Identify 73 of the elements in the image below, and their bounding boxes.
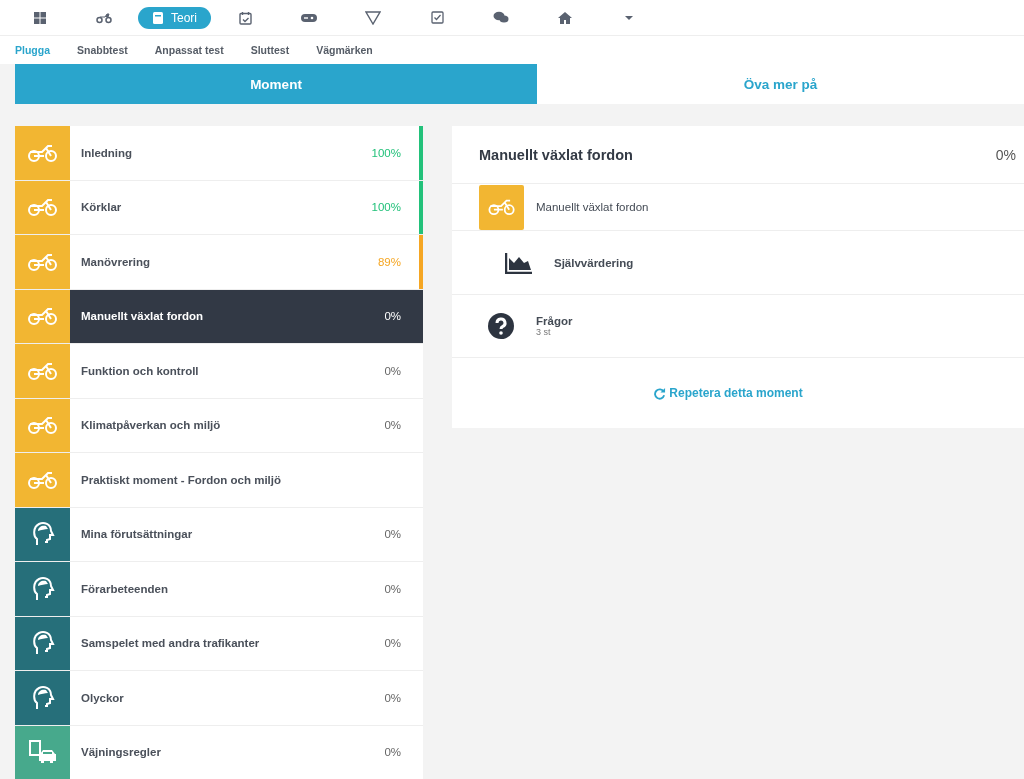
sub-tab[interactable]: Vägmärken [316, 44, 373, 56]
head-icon [30, 521, 55, 548]
moment-row[interactable]: Samspelet med andra trafikanter 0% [15, 616, 423, 671]
gamepad-icon [300, 12, 318, 23]
book-icon [152, 10, 164, 25]
sub-tab[interactable]: Anpassat test [154, 44, 224, 56]
detail-title: Manuellt växlat fordon [479, 146, 633, 163]
moment-percent: 0% [384, 691, 401, 704]
moment-label: Manövrering [80, 255, 151, 268]
caret-icon [624, 14, 634, 21]
moment-percent: 0% [384, 582, 401, 595]
moment-percent: 0% [384, 637, 401, 650]
sub-tab[interactable]: Sluttest [250, 44, 290, 56]
moped-icon [26, 142, 59, 163]
moment-percent: 0% [384, 746, 401, 759]
grid-icon [33, 10, 47, 25]
moment-row[interactable]: Mina förutsättningar 0% [15, 507, 423, 562]
moment-percent: 100% [371, 201, 401, 214]
moped-icon [486, 198, 517, 216]
head-icon [30, 630, 55, 657]
moped-icon [26, 251, 59, 272]
refresh-icon [653, 386, 667, 400]
moped-icon [26, 415, 59, 436]
detail-item[interactable]: Självvärdering [452, 231, 1024, 295]
item-label: Självvärdering [554, 256, 634, 269]
moment-label: Väjningsregler [80, 746, 162, 759]
moment-row[interactable]: Inledning 100% [15, 126, 423, 181]
checkbox-icon [430, 11, 444, 24]
moment-label: Inledning [80, 146, 134, 159]
moment-row[interactable]: Funktion och kontroll 0% [15, 344, 423, 399]
moment-label: Olyckor [80, 691, 125, 704]
moment-percent: 89% [377, 255, 401, 268]
moment-row[interactable]: Manuellt växlat fordon 0% [15, 289, 423, 344]
moment-row[interactable]: Manövrering 89% [15, 235, 423, 290]
item-label: Manuellt växlat fordon [536, 201, 649, 213]
moped-icon [26, 197, 59, 218]
moped-icon [26, 306, 59, 327]
chat-icon [493, 11, 509, 24]
moment-row[interactable]: Olyckor 0% [15, 671, 423, 726]
moment-percent: 0% [384, 419, 401, 432]
building-car-icon [27, 739, 58, 766]
sub-tab[interactable]: Snabbtest [77, 44, 128, 56]
moment-label: Praktiskt moment - Fordon och miljö [80, 473, 282, 486]
detail-item[interactable]: Frågor 3 st [452, 295, 1024, 358]
moment-label: Manuellt växlat fordon [80, 310, 205, 323]
moment-row[interactable]: Klimatpåverkan och miljö 0% [15, 398, 423, 453]
detail-item[interactable]: Manuellt växlat fordon [452, 184, 1024, 231]
moment-percent: 0% [384, 310, 401, 323]
moment-row[interactable]: Körklar 100% [15, 180, 423, 235]
moment-percent: 100% [371, 146, 401, 159]
calendar-check-icon [238, 10, 252, 25]
moment-label: Funktion och kontroll [80, 364, 200, 377]
head-icon [30, 684, 55, 711]
moment-label: Förarbeteenden [80, 582, 169, 595]
moment-row[interactable]: Förarbeteenden 0% [15, 562, 423, 617]
area-chart-icon [505, 251, 533, 274]
item-count: 3 st [536, 327, 552, 337]
item-label: Frågor [536, 315, 573, 327]
moment-row[interactable]: Praktiskt moment - Fordon och miljö [15, 453, 423, 508]
head-icon [30, 575, 55, 602]
moment-label: Klimatpåverkan och miljö [80, 419, 222, 432]
help-icon [487, 312, 515, 340]
detail-percent: 0% [995, 146, 1016, 163]
moment-percent: 0% [384, 364, 401, 377]
moment-label: Samspelet med andra trafikanter [80, 637, 261, 650]
moped-icon [26, 360, 59, 381]
home-icon [557, 11, 573, 24]
motorcycle-icon [96, 11, 112, 24]
moment-label: Mina förutsättningar [80, 528, 194, 541]
moped-icon [26, 469, 59, 490]
triangle-icon [365, 10, 381, 25]
moment-percent: 0% [384, 528, 401, 541]
moment-label: Körklar [80, 201, 123, 214]
